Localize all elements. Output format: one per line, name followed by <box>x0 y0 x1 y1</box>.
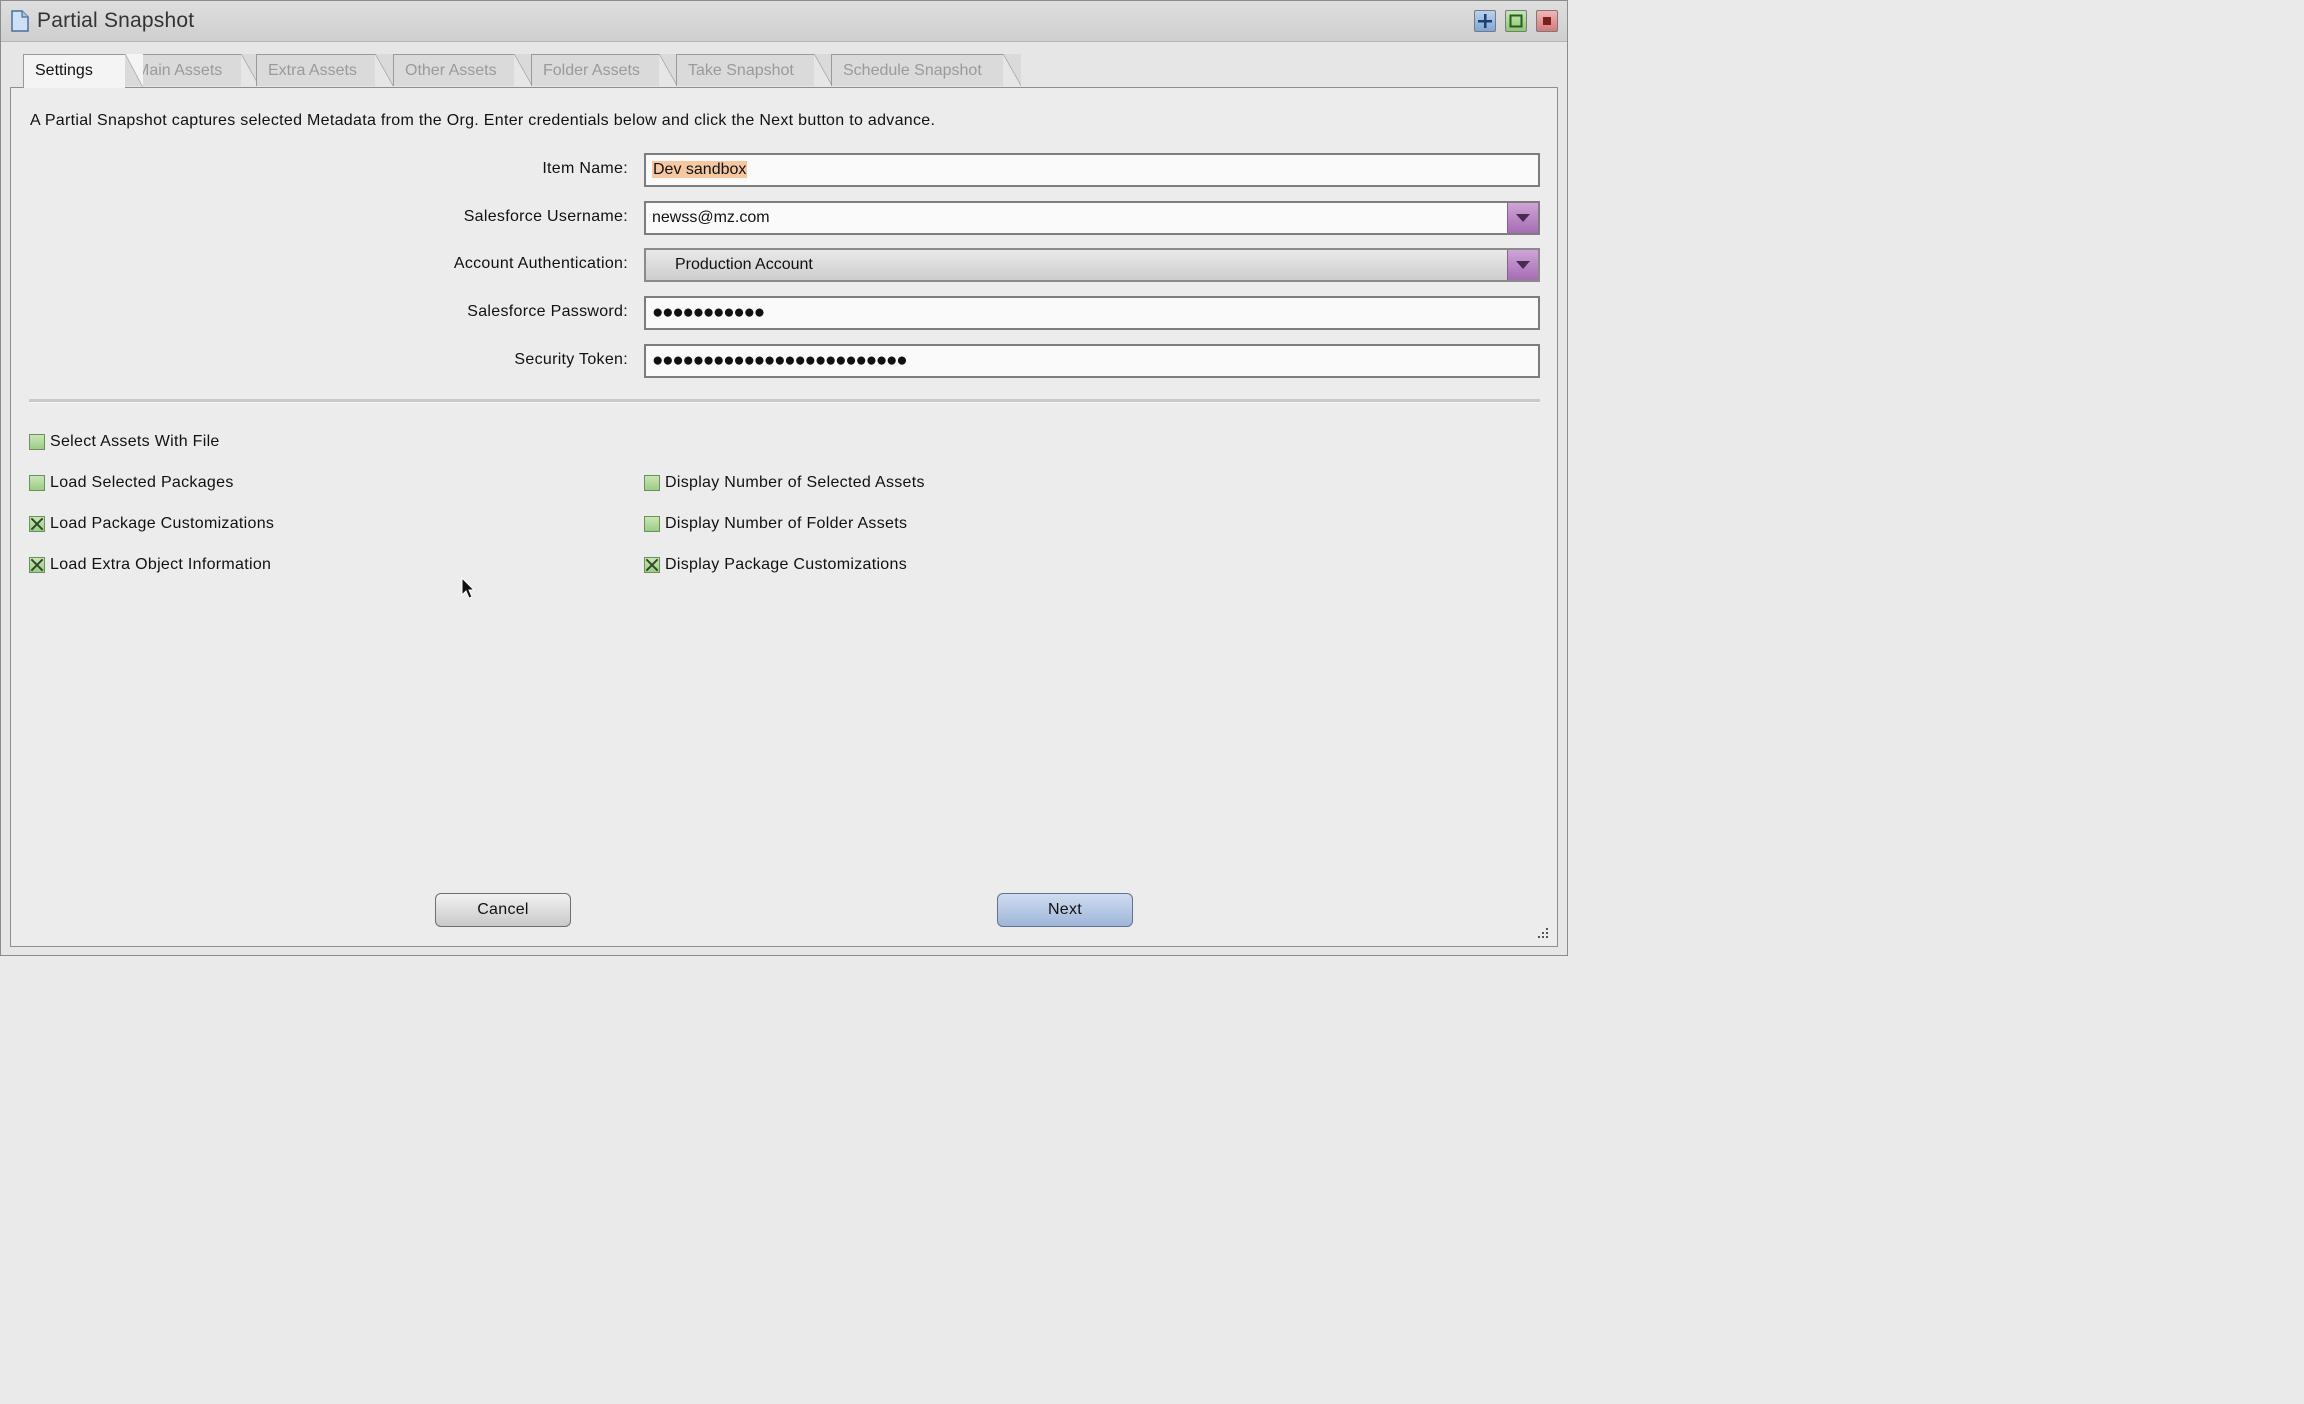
mouse-pointer-icon <box>461 577 476 599</box>
separator <box>29 399 1540 403</box>
password-value: ●●●●●●●●●●● <box>652 302 765 323</box>
tab-other-assets[interactable]: Other Assets <box>393 54 532 86</box>
checkbox-box[interactable] <box>644 516 660 532</box>
add-window-button[interactable] <box>1474 10 1496 32</box>
display-package-customizations-checkbox[interactable]: Display Package Customizations <box>644 555 907 575</box>
close-window-button[interactable] <box>1536 10 1558 32</box>
item-name-value: Dev sandbox <box>652 161 748 178</box>
username-value: newss@mz.com <box>652 209 770 226</box>
next-button-label: Next <box>1047 901 1083 918</box>
checkbox-label: Load Selected Packages <box>50 474 234 491</box>
tab-label: Folder Assets <box>543 62 640 79</box>
tab-label: Schedule Snapshot <box>843 62 982 79</box>
intro-text: A Partial Snapshot captures selected Met… <box>30 112 936 129</box>
checkbox-box[interactable] <box>29 516 45 532</box>
checkbox-label: Display Number of Selected Assets <box>665 474 925 491</box>
account-auth-label: Account Authentication: <box>453 255 628 272</box>
load-selected-packages-checkbox[interactable]: Load Selected Packages <box>29 473 234 493</box>
password-input[interactable]: ●●●●●●●●●●● <box>644 296 1540 330</box>
security-token-input[interactable]: ●●●●●●●●●●●●●●●●●●●●●●●●● <box>644 344 1540 378</box>
partial-snapshot-window: Partial Snapshot Settings Main Assets Ex… <box>0 0 1568 956</box>
security-token-value: ●●●●●●●●●●●●●●●●●●●●●●●●● <box>652 350 908 371</box>
tab-label: Other Assets <box>405 62 497 79</box>
checkbox-box[interactable] <box>29 434 45 450</box>
checkbox-box[interactable] <box>29 557 45 573</box>
item-name-input[interactable]: Dev sandbox <box>644 153 1540 187</box>
item-name-label: Item Name: <box>542 160 628 177</box>
maximize-icon <box>1509 14 1523 28</box>
tab-schedule-snapshot[interactable]: Schedule Snapshot <box>831 54 1021 86</box>
add-icon <box>1478 14 1492 28</box>
username-label: Salesforce Username: <box>463 208 628 225</box>
account-auth-value: Production Account <box>675 256 813 273</box>
load-package-customizations-checkbox[interactable]: Load Package Customizations <box>29 514 274 534</box>
checkbox-label: Display Package Customizations <box>665 556 907 573</box>
tab-label: Main Assets <box>136 62 223 79</box>
close-icon <box>1543 17 1551 25</box>
select-assets-with-file-checkbox[interactable]: Select Assets With File <box>29 432 220 452</box>
display-number-folder-assets-checkbox[interactable]: Display Number of Folder Assets <box>644 514 907 534</box>
display-number-selected-assets-checkbox[interactable]: Display Number of Selected Assets <box>644 473 925 493</box>
account-auth-dropdown-arrow-icon[interactable] <box>1507 250 1538 280</box>
checkbox-label: Load Extra Object Information <box>50 556 272 573</box>
cancel-button[interactable]: Cancel <box>435 893 571 927</box>
account-auth-select[interactable]: Production Account <box>644 248 1540 282</box>
resize-grip-icon[interactable] <box>1536 926 1550 940</box>
password-label: Salesforce Password: <box>467 303 628 320</box>
tab-label: Extra Assets <box>268 62 357 79</box>
load-extra-object-information-checkbox[interactable]: Load Extra Object Information <box>29 555 271 575</box>
tab-settings[interactable]: Settings <box>23 54 143 88</box>
maximize-window-button[interactable] <box>1505 10 1527 32</box>
tab-folder-assets[interactable]: Folder Assets <box>531 54 677 86</box>
next-button[interactable]: Next <box>997 893 1133 927</box>
tab-extra-assets[interactable]: Extra Assets <box>256 54 393 86</box>
cancel-button-label: Cancel <box>477 901 529 918</box>
tab-label: Settings <box>35 62 93 79</box>
username-combo[interactable]: newss@mz.com <box>644 201 1540 235</box>
title-bar[interactable]: Partial Snapshot <box>1 1 1567 42</box>
checkbox-box[interactable] <box>644 557 660 573</box>
checkbox-label: Load Package Customizations <box>50 515 275 532</box>
security-token-label: Security Token: <box>514 351 628 368</box>
tab-take-snapshot[interactable]: Take Snapshot <box>676 54 832 86</box>
checkbox-box[interactable] <box>29 475 45 491</box>
checkbox-box[interactable] <box>644 475 660 491</box>
app-root: Partial Snapshot Settings Main Assets Ex… <box>0 0 1568 956</box>
document-icon <box>11 10 29 32</box>
window-title: Partial Snapshot <box>37 9 195 32</box>
checkbox-label: Select Assets With File <box>50 433 220 450</box>
username-dropdown-arrow-icon[interactable] <box>1507 203 1538 233</box>
tab-label: Take Snapshot <box>688 62 794 79</box>
checkbox-label: Display Number of Folder Assets <box>665 515 908 532</box>
